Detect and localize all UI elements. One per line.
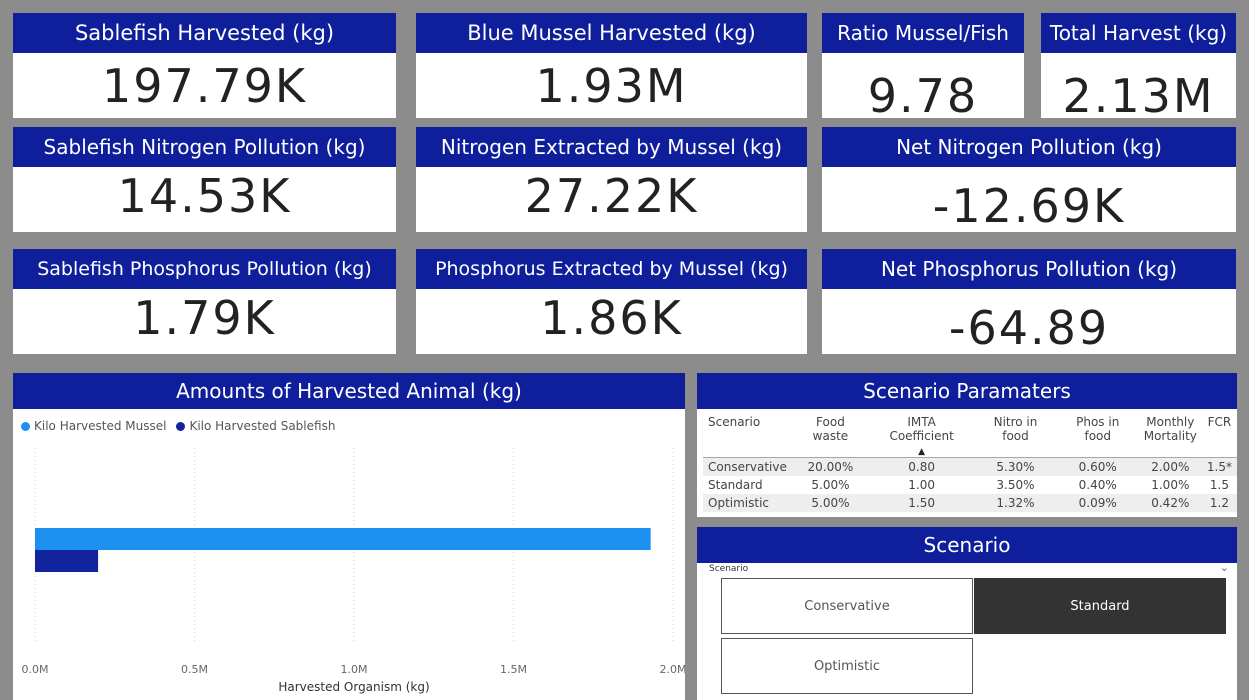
col-header[interactable]: FCR bbox=[1201, 415, 1237, 458]
scenario-slicer-panel: Scenario Scenario ⌄ Conservative Standar… bbox=[697, 527, 1237, 700]
x-tick-label: 0.5M bbox=[181, 663, 208, 676]
x-tick-label: 1.5M bbox=[500, 663, 527, 676]
col-header[interactable]: IMTA Coefficient ▲ bbox=[869, 415, 975, 458]
col-header[interactable]: Scenario bbox=[703, 415, 792, 458]
col-header[interactable]: Phos in food bbox=[1056, 415, 1139, 458]
table-cell: 5.30% bbox=[974, 457, 1057, 476]
kpi-sablefish-harvested: Sablefish Harvested (kg) 197.79K bbox=[13, 13, 396, 118]
kpi-title: Sablefish Harvested (kg) bbox=[13, 13, 396, 53]
table-cell: 1.00% bbox=[1151, 478, 1190, 492]
kpi-title: Blue Mussel Harvested (kg) bbox=[416, 13, 807, 53]
harvest-bar-chart: 0.0M 0.5M 1.0M 1.5M 2.0M Harvested Organism (… bbox=[22, 448, 685, 694]
kpi-value: -12.69K bbox=[932, 179, 1126, 232]
table-row: Conservative 20.00% 0.80 5.30% 0.60% 2.0… bbox=[703, 457, 1237, 476]
table-cell: 1.5* bbox=[1201, 457, 1237, 476]
kpi-title: Net Nitrogen Pollution (kg) bbox=[822, 127, 1236, 167]
table-cell: 0.80 bbox=[869, 457, 975, 476]
table-row: Optimistic 5.00% 1.50 1.32% 0.09% 0.42% … bbox=[703, 494, 1237, 512]
x-tick-label: 0.0M bbox=[22, 663, 49, 676]
table-cell: 0.60% bbox=[1056, 457, 1139, 476]
kpi-value: -64.89 bbox=[948, 301, 1110, 354]
kpi-title: Total Harvest (kg) bbox=[1041, 13, 1236, 53]
table-cell: Conservative bbox=[703, 457, 792, 476]
kpi-title: Net Phosphorus Pollution (kg) bbox=[822, 249, 1236, 289]
kpi-net-nitrogen: Net Nitrogen Pollution (kg) -12.69K bbox=[822, 127, 1236, 232]
kpi-value: 14.53K bbox=[117, 169, 292, 223]
col-header[interactable]: Food waste bbox=[791, 415, 869, 458]
table-cell: 5.00% bbox=[791, 494, 869, 512]
kpi-nitrogen-extracted: Nitrogen Extracted by Mussel (kg) 27.22K bbox=[416, 127, 807, 232]
chevron-down-icon[interactable]: ⌄ bbox=[1220, 561, 1229, 574]
col-header-label: IMTA Coefficient bbox=[889, 415, 954, 443]
table-cell: 0.09% bbox=[1056, 494, 1139, 512]
table-cell: 1.32% bbox=[974, 494, 1057, 512]
kpi-title: Ratio Mussel/Fish bbox=[822, 13, 1024, 53]
slicer-option-conservative[interactable]: Conservative bbox=[721, 578, 973, 634]
table-cell: 5.00% bbox=[811, 478, 850, 492]
kpi-title: Sablefish Nitrogen Pollution (kg) bbox=[13, 127, 396, 167]
kpi-value: 9.78 bbox=[867, 69, 979, 118]
kpi-net-phosphorus: Net Phosphorus Pollution (kg) -64.89 bbox=[822, 249, 1236, 354]
table-cell: 1.5 bbox=[1209, 478, 1229, 492]
kpi-title: Sablefish Phosphorus Pollution (kg) bbox=[13, 249, 396, 289]
x-axis-title: Harvested Organism (kg) bbox=[278, 680, 429, 694]
kpi-ratio: Ratio Mussel/Fish 9.78 bbox=[822, 13, 1024, 118]
col-header[interactable]: Nitro in food bbox=[974, 415, 1057, 458]
params-title: Scenario Paramaters bbox=[697, 373, 1237, 409]
table-cell: 1.50 bbox=[869, 494, 975, 512]
table-cell: 1.2 bbox=[1201, 494, 1237, 512]
table-cell: 0.40% bbox=[1078, 478, 1117, 492]
kpi-sablefish-phosphorus: Sablefish Phosphorus Pollution (kg) 1.79… bbox=[13, 249, 396, 354]
bar-mussel bbox=[35, 528, 651, 550]
kpi-mussel-harvested: Blue Mussel Harvested (kg) 1.93M bbox=[416, 13, 807, 118]
bar-sablefish bbox=[35, 550, 99, 572]
params-panel: Scenario Paramaters Scenario Food waste … bbox=[697, 373, 1237, 517]
kpi-total-harvest: Total Harvest (kg) 2.13M bbox=[1041, 13, 1236, 118]
table-row: Standard 5.00% 1.00 3.50% 0.40% 1.00% 1.… bbox=[703, 476, 1237, 494]
kpi-value: 1.93M bbox=[535, 59, 688, 113]
kpi-value: 1.86K bbox=[540, 291, 683, 345]
sort-ascending-icon: ▲ bbox=[918, 447, 926, 457]
kpi-title: Phosphorus Extracted by Mussel (kg) bbox=[416, 249, 807, 289]
slicer-field-label: Scenario bbox=[709, 564, 749, 574]
table-cell: 3.50% bbox=[996, 478, 1035, 492]
col-header[interactable]: Monthly Mortality bbox=[1138, 415, 1202, 458]
kpi-value: 2.13M bbox=[1062, 69, 1215, 118]
table-cell: 20.00% bbox=[791, 457, 869, 476]
kpi-title: Nitrogen Extracted by Mussel (kg) bbox=[416, 127, 807, 167]
kpi-value: 1.79K bbox=[133, 291, 276, 345]
table-cell: 1.00 bbox=[908, 478, 935, 492]
harvest-chart-panel: Amounts of Harvested Animal (kg) Kilo Ha… bbox=[13, 373, 685, 700]
table-cell: Standard bbox=[708, 478, 763, 492]
kpi-phosphorus-extracted: Phosphorus Extracted by Mussel (kg) 1.86… bbox=[416, 249, 807, 354]
kpi-sablefish-nitrogen: Sablefish Nitrogen Pollution (kg) 14.53K bbox=[13, 127, 396, 232]
table-cell: 2.00% bbox=[1138, 457, 1202, 476]
kpi-value: 27.22K bbox=[524, 169, 699, 223]
kpi-value: 197.79K bbox=[101, 59, 308, 113]
params-table: Scenario Food waste IMTA Coefficient ▲ Ni… bbox=[703, 415, 1237, 512]
x-tick-label: 1.0M bbox=[341, 663, 368, 676]
slicer-option-standard[interactable]: Standard bbox=[974, 578, 1226, 634]
x-tick-label: 2.0M bbox=[660, 663, 685, 676]
slicer-title: Scenario bbox=[697, 527, 1237, 563]
table-cell: Optimistic bbox=[703, 494, 792, 512]
slicer-option-optimistic[interactable]: Optimistic bbox=[721, 638, 973, 694]
table-cell: 0.42% bbox=[1138, 494, 1202, 512]
params-header-row: Scenario Food waste IMTA Coefficient ▲ Ni… bbox=[703, 415, 1237, 458]
